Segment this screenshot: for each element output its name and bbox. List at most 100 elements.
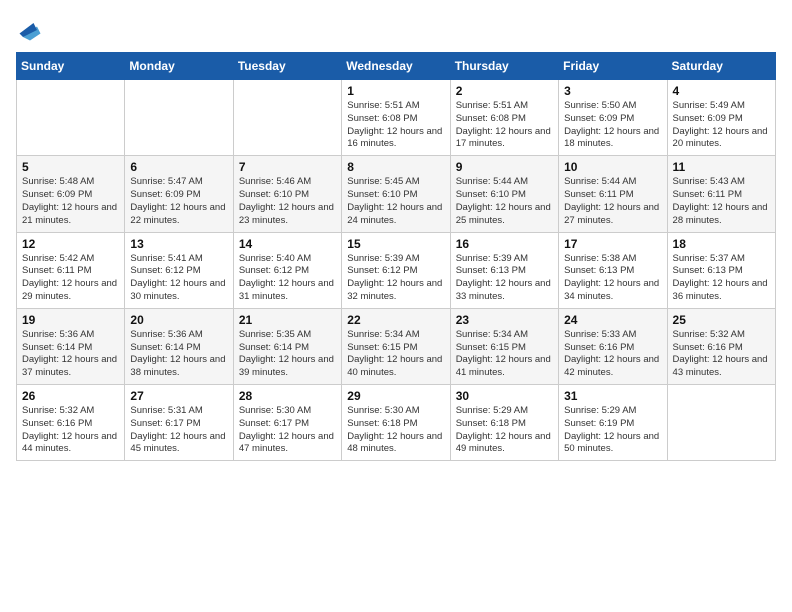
weekday-header-saturday: Saturday [667,53,775,80]
day-number: 18 [673,237,770,251]
week-row-5: 26 Sunrise: 5:32 AM Sunset: 6:16 PM Dayli… [17,385,776,461]
day-info: Sunrise: 5:37 AM Sunset: 6:13 PM Dayligh… [673,253,770,304]
day-cell: 4Sunrise: 5:49 AM Sunset: 6:09 PM Daylig… [667,80,775,156]
day-cell: 28 Sunrise: 5:30 AM Sunset: 6:17 PM Dayli… [233,385,341,461]
day-number: 11 [673,160,770,174]
day-number: 6 [130,160,227,174]
day-info: Sunrise: 5:47 AM Sunset: 6:09 PM Dayligh… [130,176,227,227]
day-cell: 8 Sunrise: 5:45 AM Sunset: 6:10 PM Daylig… [342,156,450,232]
day-cell: 31Sunrise: 5:29 AM Sunset: 6:19 PM Dayli… [559,385,667,461]
day-cell: 3Sunrise: 5:50 AM Sunset: 6:09 PM Daylig… [559,80,667,156]
day-cell: 12Sunrise: 5:42 AM Sunset: 6:11 PM Dayli… [17,232,125,308]
day-cell [125,80,233,156]
day-number: 27 [130,389,227,403]
day-cell: 9 Sunrise: 5:44 AM Sunset: 6:10 PM Daylig… [450,156,558,232]
day-info: Sunrise: 5:36 AM Sunset: 6:14 PM Dayligh… [130,329,227,380]
day-cell: 20 Sunrise: 5:36 AM Sunset: 6:14 PM Dayli… [125,308,233,384]
day-cell: 24 Sunrise: 5:33 AM Sunset: 6:16 PM Dayli… [559,308,667,384]
day-info: Sunrise: 5:38 AM Sunset: 6:13 PM Dayligh… [564,253,661,304]
weekday-header-thursday: Thursday [450,53,558,80]
week-row-1: 1 Sunrise: 5:51 AM Sunset: 6:08 PM Daylig… [17,80,776,156]
weekday-header-sunday: Sunday [17,53,125,80]
day-cell: 22 Sunrise: 5:34 AM Sunset: 6:15 PM Dayli… [342,308,450,384]
day-number: 7 [239,160,336,174]
day-cell: 21Sunrise: 5:35 AM Sunset: 6:14 PM Dayli… [233,308,341,384]
day-number: 17 [564,237,661,251]
day-info: Sunrise: 5:51 AM Sunset: 6:08 PM Dayligh… [456,100,553,151]
day-cell: 29 Sunrise: 5:30 AM Sunset: 6:18 PM Dayli… [342,385,450,461]
week-row-2: 5 Sunrise: 5:48 AM Sunset: 6:09 PM Daylig… [17,156,776,232]
day-number: 15 [347,237,444,251]
day-cell: 14Sunrise: 5:40 AM Sunset: 6:12 PM Dayli… [233,232,341,308]
day-info: Sunrise: 5:30 AM Sunset: 6:17 PM Dayligh… [239,405,336,456]
day-cell: 6 Sunrise: 5:47 AM Sunset: 6:09 PM Daylig… [125,156,233,232]
day-number: 5 [22,160,119,174]
day-cell: 19 Sunrise: 5:36 AM Sunset: 6:14 PM Dayli… [17,308,125,384]
day-number: 13 [130,237,227,251]
day-number: 23 [456,313,553,327]
weekday-header-tuesday: Tuesday [233,53,341,80]
day-number: 12 [22,237,119,251]
day-cell: 10 Sunrise: 5:44 AM Sunset: 6:11 PM Dayli… [559,156,667,232]
day-info: Sunrise: 5:34 AM Sunset: 6:15 PM Dayligh… [347,329,444,380]
day-number: 31 [564,389,661,403]
day-number: 29 [347,389,444,403]
day-info: Sunrise: 5:50 AM Sunset: 6:09 PM Dayligh… [564,100,661,151]
day-info: Sunrise: 5:35 AM Sunset: 6:14 PM Dayligh… [239,329,336,380]
day-info: Sunrise: 5:51 AM Sunset: 6:08 PM Dayligh… [347,100,444,151]
calendar: SundayMondayTuesdayWednesdayThursdayFrid… [16,52,776,461]
day-info: Sunrise: 5:30 AM Sunset: 6:18 PM Dayligh… [347,405,444,456]
day-number: 24 [564,313,661,327]
day-info: Sunrise: 5:31 AM Sunset: 6:17 PM Dayligh… [130,405,227,456]
day-cell: 17 Sunrise: 5:38 AM Sunset: 6:13 PM Dayli… [559,232,667,308]
day-cell: 1 Sunrise: 5:51 AM Sunset: 6:08 PM Daylig… [342,80,450,156]
day-info: Sunrise: 5:43 AM Sunset: 6:11 PM Dayligh… [673,176,770,227]
day-info: Sunrise: 5:32 AM Sunset: 6:16 PM Dayligh… [673,329,770,380]
day-cell [17,80,125,156]
day-cell: 25Sunrise: 5:32 AM Sunset: 6:16 PM Dayli… [667,308,775,384]
day-info: Sunrise: 5:39 AM Sunset: 6:13 PM Dayligh… [456,253,553,304]
day-number: 19 [22,313,119,327]
week-row-3: 12Sunrise: 5:42 AM Sunset: 6:11 PM Dayli… [17,232,776,308]
day-info: Sunrise: 5:40 AM Sunset: 6:12 PM Dayligh… [239,253,336,304]
day-number: 10 [564,160,661,174]
logo-icon [16,16,44,44]
day-number: 30 [456,389,553,403]
day-info: Sunrise: 5:39 AM Sunset: 6:12 PM Dayligh… [347,253,444,304]
day-info: Sunrise: 5:44 AM Sunset: 6:10 PM Dayligh… [456,176,553,227]
day-cell: 27 Sunrise: 5:31 AM Sunset: 6:17 PM Dayli… [125,385,233,461]
day-cell: 15 Sunrise: 5:39 AM Sunset: 6:12 PM Dayli… [342,232,450,308]
day-cell: 11 Sunrise: 5:43 AM Sunset: 6:11 PM Dayli… [667,156,775,232]
day-info: Sunrise: 5:33 AM Sunset: 6:16 PM Dayligh… [564,329,661,380]
weekday-header-wednesday: Wednesday [342,53,450,80]
weekday-header-monday: Monday [125,53,233,80]
day-number: 28 [239,389,336,403]
day-cell [667,385,775,461]
day-cell: 18 Sunrise: 5:37 AM Sunset: 6:13 PM Dayli… [667,232,775,308]
day-number: 9 [456,160,553,174]
day-info: Sunrise: 5:32 AM Sunset: 6:16 PM Dayligh… [22,405,119,456]
day-info: Sunrise: 5:44 AM Sunset: 6:11 PM Dayligh… [564,176,661,227]
week-row-4: 19 Sunrise: 5:36 AM Sunset: 6:14 PM Dayli… [17,308,776,384]
day-info: Sunrise: 5:45 AM Sunset: 6:10 PM Dayligh… [347,176,444,227]
day-cell: 2 Sunrise: 5:51 AM Sunset: 6:08 PM Daylig… [450,80,558,156]
day-number: 26 [22,389,119,403]
day-info: Sunrise: 5:36 AM Sunset: 6:14 PM Dayligh… [22,329,119,380]
day-info: Sunrise: 5:49 AM Sunset: 6:09 PM Dayligh… [673,100,770,151]
day-number: 1 [347,84,444,98]
day-number: 16 [456,237,553,251]
day-number: 2 [456,84,553,98]
day-cell: 7 Sunrise: 5:46 AM Sunset: 6:10 PM Daylig… [233,156,341,232]
day-info: Sunrise: 5:46 AM Sunset: 6:10 PM Dayligh… [239,176,336,227]
logo [16,16,48,44]
day-info: Sunrise: 5:34 AM Sunset: 6:15 PM Dayligh… [456,329,553,380]
day-info: Sunrise: 5:48 AM Sunset: 6:09 PM Dayligh… [22,176,119,227]
day-cell: 26 Sunrise: 5:32 AM Sunset: 6:16 PM Dayli… [17,385,125,461]
day-number: 20 [130,313,227,327]
day-cell: 23 Sunrise: 5:34 AM Sunset: 6:15 PM Dayli… [450,308,558,384]
day-info: Sunrise: 5:41 AM Sunset: 6:12 PM Dayligh… [130,253,227,304]
day-cell: 16 Sunrise: 5:39 AM Sunset: 6:13 PM Dayli… [450,232,558,308]
day-number: 8 [347,160,444,174]
day-number: 22 [347,313,444,327]
day-info: Sunrise: 5:29 AM Sunset: 6:18 PM Dayligh… [456,405,553,456]
